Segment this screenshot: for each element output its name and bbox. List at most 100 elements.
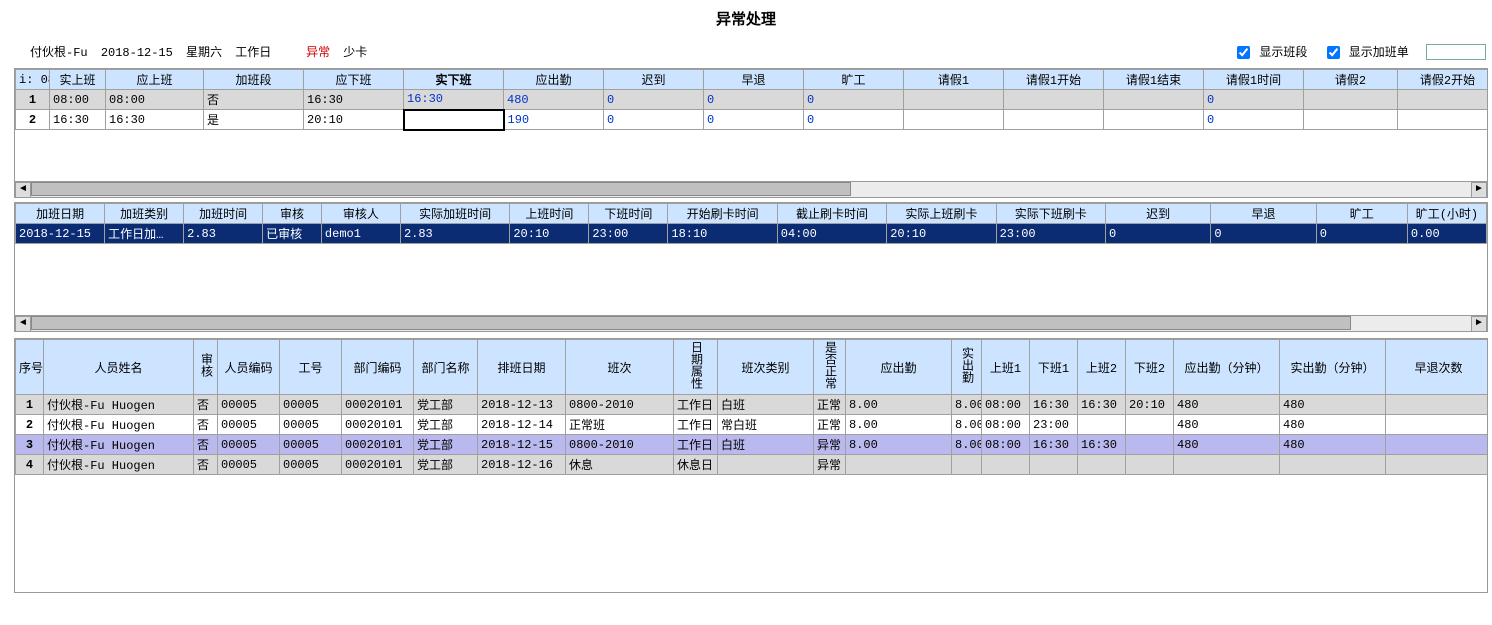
shift-cell[interactable]	[1004, 110, 1104, 130]
att-header[interactable]: 上班1	[982, 340, 1030, 395]
ot-header[interactable]: 迟到	[1106, 204, 1211, 224]
ot-row[interactable]: 2018-12-15工作日加…2.83已审核demo12.8320:1023:0…	[16, 224, 1487, 244]
ot-cell[interactable]: 20:10	[510, 224, 589, 244]
ot-header[interactable]: 实际下班刷卡	[996, 204, 1105, 224]
att-cell[interactable]: 否	[194, 395, 218, 415]
shift-cell[interactable]: 16:30	[304, 90, 404, 110]
att-cell[interactable]: 480	[1280, 395, 1386, 415]
ot-header[interactable]: 实际加班时间	[400, 204, 509, 224]
att-cell[interactable]	[1126, 415, 1174, 435]
att-cell[interactable]: 8.00	[846, 435, 952, 455]
att-cell[interactable]: 480	[1280, 415, 1386, 435]
att-cell[interactable]: 工作日	[674, 435, 718, 455]
shift-cell[interactable]: 20:10	[304, 110, 404, 130]
ot-cell[interactable]: 已审核	[263, 224, 322, 244]
att-header[interactable]: 是否正常	[814, 340, 846, 395]
shift-header[interactable]: 实下班	[404, 70, 504, 90]
att-cell[interactable]: 0800-2010	[566, 395, 674, 415]
att-cell[interactable]	[1386, 435, 1489, 455]
att-header[interactable]: 序号	[16, 340, 44, 395]
att-cell[interactable]: 08:00	[982, 415, 1030, 435]
ot-cell[interactable]: 0	[1106, 224, 1211, 244]
att-cell[interactable]: 付伙根-Fu Huogen	[44, 435, 194, 455]
overtime-scrollbar[interactable]: ◄ ►	[15, 315, 1487, 331]
att-cell[interactable]: 工作日	[674, 415, 718, 435]
shift-cell[interactable]	[1104, 90, 1204, 110]
shift-header[interactable]: 应下班	[304, 70, 404, 90]
att-cell[interactable]: 16:30	[1078, 435, 1126, 455]
att-cell[interactable]: 00005	[218, 415, 280, 435]
shift-header[interactable]: 请假1结束	[1104, 70, 1204, 90]
att-header[interactable]: 下班2	[1126, 340, 1174, 395]
shift-cell[interactable]: 480	[504, 90, 604, 110]
shift-cell[interactable]: 0	[1204, 110, 1304, 130]
shift-header[interactable]: 迟到	[604, 70, 704, 90]
ot-header[interactable]: 开始刷卡时间	[668, 204, 777, 224]
att-cell[interactable]: 2018-12-13	[478, 395, 566, 415]
shift-cell[interactable]	[904, 90, 1004, 110]
att-cell[interactable]	[982, 455, 1030, 475]
att-cell[interactable]: 480	[1174, 415, 1280, 435]
ot-header[interactable]: 审核人	[321, 204, 400, 224]
att-cell[interactable]: 08:00	[982, 435, 1030, 455]
shift-cell[interactable]: 0	[604, 90, 704, 110]
att-cell[interactable]: 2018-12-15	[478, 435, 566, 455]
shift-cell[interactable]	[1004, 90, 1104, 110]
att-header[interactable]: 人员姓名	[44, 340, 194, 395]
att-cell[interactable]	[846, 455, 952, 475]
shift-header[interactable]: 请假1时间	[1204, 70, 1304, 90]
shift-header[interactable]: 应出勤	[504, 70, 604, 90]
att-row[interactable]: 2付伙根-Fu Huogen否000050000500020101党工部2018…	[16, 415, 1489, 435]
att-cell[interactable]	[1078, 415, 1126, 435]
shift-header[interactable]: 加班段	[204, 70, 304, 90]
att-header[interactable]: 工号	[280, 340, 342, 395]
overtime-table[interactable]: 加班日期加班类别加班时间审核审核人实际加班时间上班时间下班时间开始刷卡时间截止刷…	[15, 203, 1487, 244]
ot-cell[interactable]: 23:00	[589, 224, 668, 244]
shift-header[interactable]: 请假2	[1304, 70, 1398, 90]
shift-scrollbar[interactable]: ◄ ►	[15, 181, 1487, 197]
att-cell[interactable]: 480	[1280, 435, 1386, 455]
att-row[interactable]: 3付伙根-Fu Huogen否000050000500020101党工部2018…	[16, 435, 1489, 455]
att-cell[interactable]: 否	[194, 455, 218, 475]
att-header[interactable]: 部门名称	[414, 340, 478, 395]
attendance-table[interactable]: 序号人员姓名审核人员编码工号部门编码部门名称排班日期班次日期属性班次类别是否正常…	[15, 339, 1488, 475]
shift-table[interactable]: i: 08实上班应上班加班段应下班实下班应出勤迟到早退旷工请假1请假1开始请假1…	[15, 69, 1488, 131]
ot-cell[interactable]: 0	[1316, 224, 1407, 244]
att-cell[interactable]	[952, 455, 982, 475]
shift-header[interactable]: i: 08	[16, 70, 50, 90]
att-header[interactable]: 班次类别	[718, 340, 814, 395]
show-ot-checkbox[interactable]	[1327, 46, 1340, 59]
att-cell[interactable]: 16:30	[1078, 395, 1126, 415]
att-cell[interactable]	[1126, 435, 1174, 455]
ot-cell[interactable]: 工作日加…	[105, 224, 184, 244]
ot-cell[interactable]: 0	[1211, 224, 1316, 244]
att-cell[interactable]: 工作日	[674, 395, 718, 415]
shift-header[interactable]: 请假2开始	[1398, 70, 1489, 90]
att-cell[interactable]: 白班	[718, 435, 814, 455]
shift-cell[interactable]: 0	[704, 90, 804, 110]
ot-header[interactable]: 旷工	[1316, 204, 1407, 224]
shift-row[interactable]: 108:0008:00否16:3016:304800000	[16, 90, 1489, 110]
att-cell[interactable]: 休息日	[674, 455, 718, 475]
scroll-right-icon[interactable]: ►	[1471, 316, 1487, 332]
shift-header[interactable]: 早退	[704, 70, 804, 90]
shift-cell[interactable]: 0	[704, 110, 804, 130]
shift-header[interactable]: 请假1开始	[1004, 70, 1104, 90]
att-cell[interactable]: 正常	[814, 415, 846, 435]
att-cell[interactable]	[1078, 455, 1126, 475]
att-cell[interactable]: 党工部	[414, 455, 478, 475]
ot-header[interactable]: 早退	[1211, 204, 1316, 224]
ot-header[interactable]: 截止刷卡时间	[777, 204, 886, 224]
att-header[interactable]: 实出勤（分钟）	[1280, 340, 1386, 395]
att-cell[interactable]: 00005	[218, 435, 280, 455]
shift-cell[interactable]	[404, 110, 504, 130]
shift-header[interactable]: 请假1	[904, 70, 1004, 90]
shift-header[interactable]: 实上班	[50, 70, 106, 90]
att-header[interactable]: 人员编码	[218, 340, 280, 395]
att-cell[interactable]: 20:10	[1126, 395, 1174, 415]
att-cell[interactable]: 16:30	[1030, 395, 1078, 415]
att-cell[interactable]: 正常班	[566, 415, 674, 435]
ot-cell[interactable]: 20:10	[887, 224, 996, 244]
att-header[interactable]: 早退次数	[1386, 340, 1489, 395]
att-cell[interactable]: 2018-12-16	[478, 455, 566, 475]
